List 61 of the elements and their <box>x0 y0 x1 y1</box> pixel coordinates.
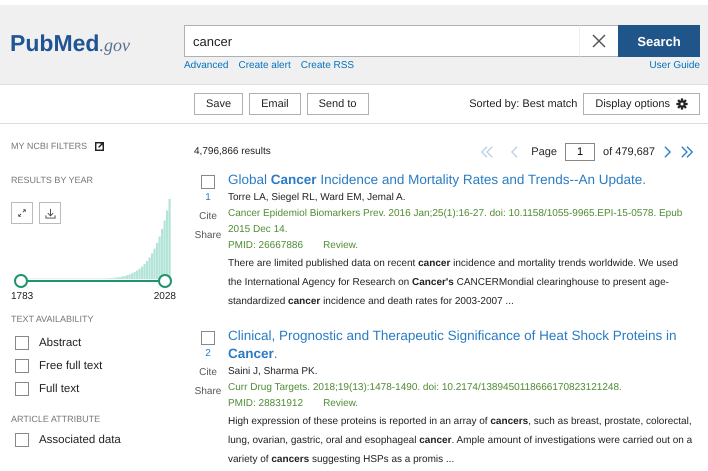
year-label: 2028 <box>154 291 176 302</box>
filter-label[interactable]: Associated data <box>39 434 121 446</box>
result-snippet: High expression of these proteins is reported in an array of cancers, such as breast, prostate, colorectal, lung, ovarian, gastric, oral and esophageal cancer. Ample amount of investigations were carried out on a variety of cancers suggesting HSPs as a promis ... <box>228 415 694 467</box>
share-link[interactable]: Share <box>194 230 222 241</box>
filter-checkbox[interactable] <box>15 336 29 350</box>
sort-label[interactable]: Sorted by: Best match <box>469 98 578 110</box>
result-citation: Cancer Epidemiol Biomarkers Prev. 2016 Jan;25(1):16-27. doi: 10.1158/1055-9965.EPI-15-0578. Epub 2015 Dec 14. <box>228 207 684 237</box>
section-heading[interactable]: MY NCBI FILTERS <box>11 141 88 151</box>
results-count: 4,796,866 results <box>194 146 271 157</box>
pmid: PMID: 28831912 <box>228 397 304 411</box>
result-citation: Curr Drug Targets. 2018;19(13):1478-1490. doi: 10.2174/1389450118666170823121248. <box>228 381 623 395</box>
result-number: 1 <box>205 192 211 203</box>
pmid: PMID: 26667886 <box>228 239 304 253</box>
cite-link[interactable]: Cite <box>199 211 217 222</box>
action-button[interactable]: Send to <box>306 93 369 115</box>
result-authors: Saini J, Sharma PK. <box>228 365 318 379</box>
download-icon <box>44 208 56 218</box>
publication-type: Review. <box>323 239 358 253</box>
year-label: 1783 <box>11 291 34 302</box>
display-options-button[interactable]: Display options <box>583 93 700 115</box>
last-page-icon[interactable] <box>680 144 694 158</box>
section-heading: RESULTS BY YEAR <box>11 175 94 185</box>
action-button[interactable]: Email <box>249 93 301 115</box>
gear-icon <box>676 98 688 110</box>
user-guide-link[interactable]: User Guide <box>649 60 700 71</box>
result-checkbox[interactable] <box>201 175 215 189</box>
result-title[interactable]: Clinical, Prognostic and Therapeutic Significance of Heat Shock Proteins in Cancer. <box>228 327 694 363</box>
result-title[interactable]: Global Cancer Incidence and Mortality Rates and Trends--An Update. <box>228 171 694 189</box>
result-number: 2 <box>205 348 211 359</box>
filter-checkbox[interactable] <box>15 382 29 396</box>
clear-icon[interactable] <box>592 34 606 48</box>
filter-label[interactable]: Full text <box>39 383 80 395</box>
filter-label[interactable]: Abstract <box>39 337 82 349</box>
expand-button[interactable] <box>11 202 33 224</box>
external-link-icon <box>95 142 104 150</box>
download-button[interactable] <box>39 202 61 224</box>
expand-icon <box>17 208 27 218</box>
pubmed-logo[interactable]: PubMed.gov <box>10 30 184 57</box>
search-button[interactable]: Search <box>618 25 700 57</box>
section-heading: ARTICLE ATTRIBUTE <box>11 414 100 424</box>
page-number-field[interactable]: 1 <box>565 142 595 160</box>
result-snippet: There are limited published data on recent cancer incidence and mortality trends worldwide. We used the International Agency for Research on Cancer's CANCERMondial clearinghouse to present age-standardized cancer incidence and death rates for 2003-2007 ... <box>228 257 680 309</box>
filter-checkbox[interactable] <box>15 359 29 373</box>
next-page-icon[interactable] <box>663 144 672 158</box>
result-authors: Torre LA, Siegel RL, Ward EM, Jemal A. <box>228 191 406 205</box>
search-link[interactable]: Advanced <box>184 60 228 71</box>
cite-link[interactable]: Cite <box>199 367 217 378</box>
page-total: of 479,687 <box>603 146 655 158</box>
publication-type: Review. <box>323 397 358 411</box>
section-heading: TEXT AVAILABILITY <box>11 314 94 324</box>
action-button[interactable]: Save <box>194 93 244 115</box>
page-label: Page <box>531 146 557 158</box>
slider-thumb[interactable] <box>158 274 172 288</box>
search-link[interactable]: Create alert <box>238 60 291 71</box>
filter-label[interactable]: Free full text <box>39 360 102 372</box>
filter-checkbox[interactable] <box>15 433 29 447</box>
search-link[interactable]: Create RSS <box>300 60 354 71</box>
share-link[interactable]: Share <box>194 386 222 397</box>
search-field[interactable]: cancer <box>184 25 579 57</box>
slider-thumb[interactable] <box>14 274 28 288</box>
result-checkbox[interactable] <box>201 331 215 345</box>
